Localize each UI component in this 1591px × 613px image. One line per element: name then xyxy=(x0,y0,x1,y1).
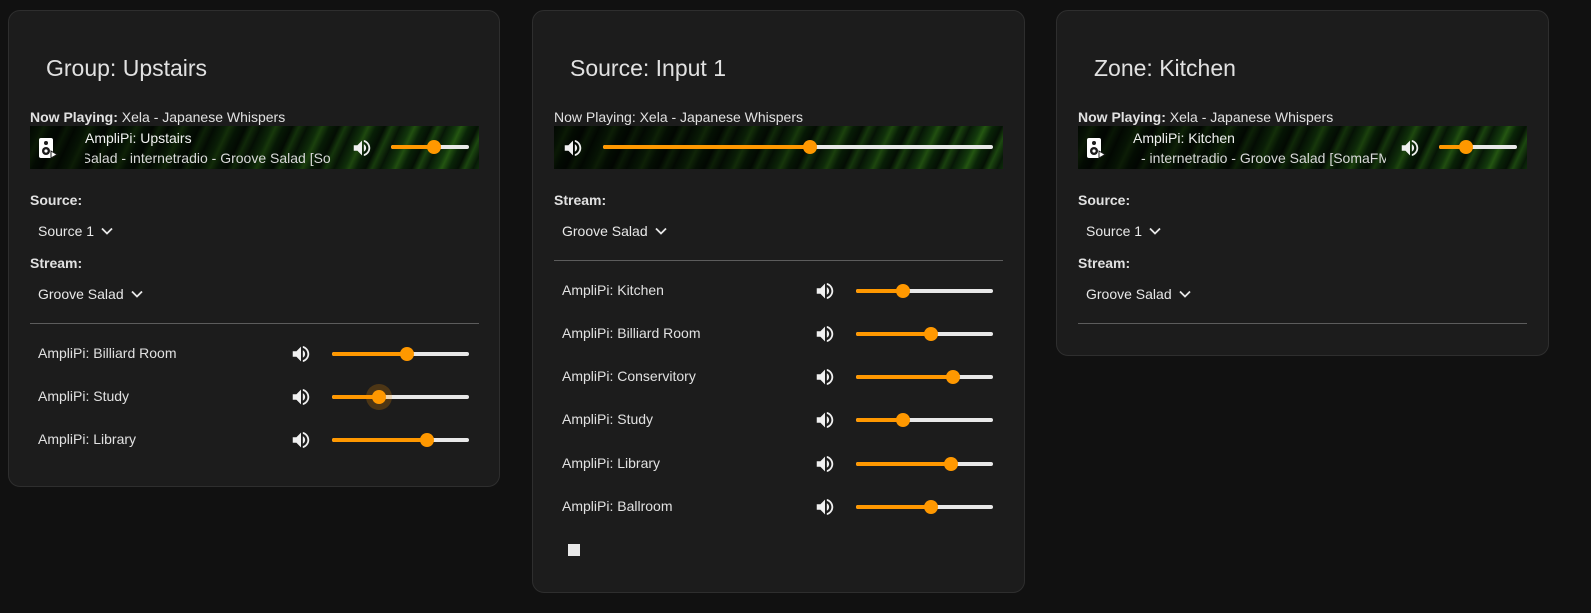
zone-name: AmpliPi: Billiard Room xyxy=(562,325,701,341)
volume-slider[interactable] xyxy=(856,324,993,344)
source-dropdown-value: Source 1 xyxy=(38,223,95,239)
zone-row: AmpliPi: Billiard Room xyxy=(562,323,995,345)
volume-icon[interactable] xyxy=(814,496,836,518)
zone-name: AmpliPi: Study xyxy=(562,411,654,427)
zone-name: AmpliPi: Conservitory xyxy=(562,368,696,384)
stream-dropdown[interactable]: Groove Salad xyxy=(38,286,144,302)
volume-icon[interactable] xyxy=(562,137,584,159)
volume-icon[interactable] xyxy=(351,137,373,159)
stream-dropdown-value: Groove Salad xyxy=(38,286,124,302)
volume-icon[interactable] xyxy=(814,453,836,475)
zone-card: Zone: Kitchen Now Playing: Xela - Japane… xyxy=(1056,10,1549,356)
volume-slider[interactable] xyxy=(332,387,469,407)
volume-slider[interactable] xyxy=(391,137,469,157)
source-label: Source: xyxy=(1078,192,1131,208)
zone-row: AmpliPi: Billiard Room xyxy=(38,343,470,365)
source-dropdown[interactable]: Source 1 xyxy=(38,223,114,239)
stream-label: Stream: xyxy=(30,255,83,271)
volume-slider[interactable] xyxy=(332,430,469,450)
stream-dropdown-value: Groove Salad xyxy=(1086,286,1172,302)
volume-icon[interactable] xyxy=(814,366,836,388)
group-card: Group: Upstairs Now Playing: Xela - Japa… xyxy=(8,10,500,487)
volume-icon[interactable] xyxy=(290,429,312,451)
volume-icon[interactable] xyxy=(814,323,836,345)
volume-slider[interactable] xyxy=(332,344,469,364)
zone-row: AmpliPi: Ballroom xyxy=(562,496,995,518)
now-playing-value: Xela - Japanese Whispers xyxy=(121,109,286,125)
stream-label: Stream: xyxy=(1078,255,1131,271)
source-card: Source: Input 1 Now Playing: Xela - Japa… xyxy=(532,10,1025,593)
zone-name: AmpliPi: Billiard Room xyxy=(38,345,177,361)
now-playing-label: Now Playing: xyxy=(30,109,118,125)
zone-row: AmpliPi: Study xyxy=(38,386,470,408)
source-dropdown-value: Source 1 xyxy=(1086,223,1143,239)
zone-row: AmpliPi: Library xyxy=(38,429,470,451)
zone-row: AmpliPi: Library xyxy=(562,453,995,475)
volume-slider[interactable] xyxy=(856,410,993,430)
card-title: Zone: Kitchen xyxy=(1094,55,1236,81)
stream-dropdown[interactable]: Groove Salad xyxy=(562,223,668,239)
media-player[interactable]: AmpliPi: Upstairs ve Salad - internetrad… xyxy=(30,126,479,169)
zone-row: AmpliPi: Study xyxy=(562,409,995,431)
stream-dropdown[interactable]: Groove Salad xyxy=(1086,286,1192,302)
volume-icon[interactable] xyxy=(814,280,836,302)
now-playing: Now Playing: Xela - Japanese Whispers xyxy=(1078,109,1333,125)
volume-slider[interactable] xyxy=(1439,137,1517,157)
zone-name: AmpliPi: Ballroom xyxy=(562,498,673,514)
chevron-down-icon xyxy=(130,290,143,298)
zone-name: AmpliPi: Kitchen xyxy=(562,282,664,298)
divider xyxy=(30,323,479,324)
source-label: Source: xyxy=(30,192,83,208)
volume-icon[interactable] xyxy=(1399,137,1421,159)
zone-name: AmpliPi: Library xyxy=(562,455,661,471)
now-playing-label: Now Playing: xyxy=(1078,109,1166,125)
volume-slider[interactable] xyxy=(856,454,993,474)
now-playing: Now Playing: Xela - Japanese Whispers xyxy=(30,109,285,125)
media-player[interactable] xyxy=(554,126,1003,169)
player-subtitle: - internetradio - Groove Salad [SomaFM] xyxy=(1141,150,1386,166)
stream-label: Stream: xyxy=(554,192,607,208)
volume-slider[interactable] xyxy=(856,367,993,387)
zone-row: AmpliPi: Conservitory xyxy=(562,366,995,388)
now-playing-value: Xela - Japanese Whispers xyxy=(1169,109,1334,125)
chevron-down-icon xyxy=(101,227,113,235)
now-playing-label: Now Playing: xyxy=(554,109,636,125)
speaker-icon[interactable] xyxy=(1086,137,1106,159)
stop-button[interactable] xyxy=(568,544,580,556)
source-dropdown[interactable]: Source 1 xyxy=(1086,223,1162,239)
volume-icon[interactable] xyxy=(290,386,312,408)
player-title: AmpliPi: Kitchen xyxy=(1133,130,1235,146)
volume-icon[interactable] xyxy=(814,409,836,431)
now-playing: Now Playing: Xela - Japanese Whispers xyxy=(554,109,803,125)
player-subtitle: ve Salad - internetradio - Groove Salad … xyxy=(85,150,331,166)
volume-slider[interactable] xyxy=(603,137,993,157)
zone-name: AmpliPi: Library xyxy=(38,431,137,447)
zone-name: AmpliPi: Study xyxy=(38,388,130,404)
chevron-down-icon xyxy=(654,227,667,235)
card-title: Group: Upstairs xyxy=(46,55,208,81)
stream-dropdown-value: Groove Salad xyxy=(562,223,648,239)
chevron-down-icon xyxy=(1149,227,1161,235)
zone-row: AmpliPi: Kitchen xyxy=(562,280,995,302)
divider xyxy=(1078,323,1527,324)
chevron-down-icon xyxy=(1178,290,1191,298)
volume-icon[interactable] xyxy=(290,343,312,365)
player-title: AmpliPi: Upstairs xyxy=(85,130,192,146)
media-player[interactable]: AmpliPi: Kitchen - internetradio - Groov… xyxy=(1078,126,1527,169)
volume-slider[interactable] xyxy=(856,281,993,301)
speaker-icon[interactable] xyxy=(38,137,58,159)
volume-slider[interactable] xyxy=(856,497,993,517)
now-playing-value: Xela - Japanese Whispers xyxy=(639,109,804,125)
card-title: Source: Input 1 xyxy=(570,55,726,81)
divider xyxy=(554,260,1003,261)
